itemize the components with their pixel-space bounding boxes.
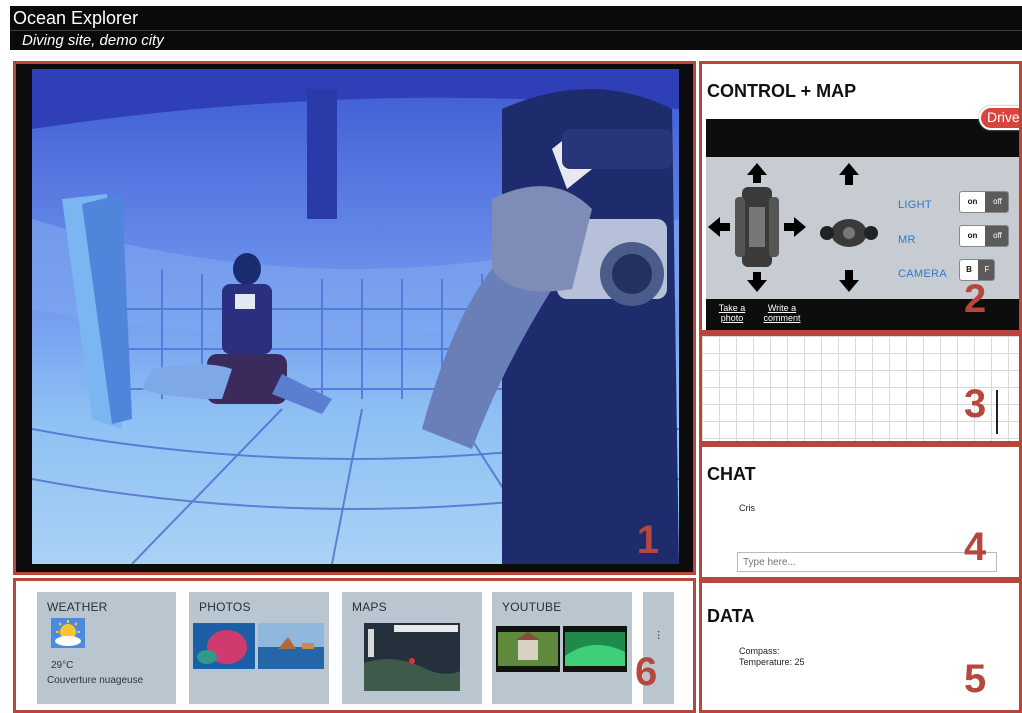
toggle-controls: LIGHT on off MR on off CAMERA B F bbox=[891, 157, 1019, 299]
move-down-arrow-icon[interactable] bbox=[747, 272, 767, 292]
weather-tile[interactable]: WEATHER 29°C Couverture nuageuse bbox=[37, 592, 176, 704]
light-on-option[interactable]: on bbox=[960, 192, 985, 212]
control-header-band bbox=[706, 119, 1019, 159]
compass-readout: Compass: bbox=[739, 646, 780, 656]
photo-thumbnail-coast[interactable] bbox=[258, 623, 324, 669]
move-right-arrow-icon[interactable] bbox=[784, 217, 806, 237]
weather-temperature: 29°C bbox=[51, 660, 74, 671]
panel-number-4: 4 bbox=[964, 525, 987, 569]
widgets-panel: WEATHER 29°C Couverture nuageuse PHOTOS bbox=[13, 578, 696, 713]
maps-title: MAPS bbox=[352, 600, 387, 614]
robot-top-view-icon bbox=[735, 187, 779, 267]
video-thumbnail-underwater[interactable] bbox=[563, 626, 627, 672]
data-panel: DATA Compass: Temperature: 25 5 bbox=[699, 580, 1022, 713]
move-up-arrow-icon[interactable] bbox=[747, 163, 767, 183]
move-left-arrow-icon[interactable] bbox=[708, 217, 730, 237]
light-toggle[interactable]: on off bbox=[959, 191, 1009, 213]
panel-number-6: 6 bbox=[635, 650, 658, 694]
app-title: Ocean Explorer bbox=[13, 8, 139, 28]
robot-side-view-icon bbox=[820, 219, 878, 247]
control-map-panel: CONTROL + MAP Driver LIGHT on off MR on … bbox=[699, 61, 1022, 333]
chat-input[interactable] bbox=[737, 552, 997, 572]
ascend-arrow-icon[interactable] bbox=[839, 163, 859, 185]
robot-control-pad bbox=[706, 157, 891, 299]
weather-condition: Couverture nuageuse bbox=[47, 675, 144, 686]
grid-panel[interactable]: 3 bbox=[699, 333, 1022, 444]
mr-on-option[interactable]: on bbox=[960, 226, 985, 246]
photos-tile[interactable]: PHOTOS bbox=[189, 592, 329, 704]
chat-panel: CHAT Cris 4 bbox=[699, 444, 1022, 580]
header-divider bbox=[10, 30, 1022, 31]
light-off-option[interactable]: off bbox=[985, 192, 1008, 212]
mr-label: MR bbox=[898, 234, 916, 246]
text-cursor bbox=[996, 390, 998, 434]
temperature-readout: Temperature: 25 bbox=[739, 657, 805, 667]
partly-cloudy-sun-icon bbox=[51, 618, 85, 648]
photo-thumbnail-coral[interactable] bbox=[193, 623, 255, 669]
map-thumbnail[interactable] bbox=[364, 623, 460, 691]
panel-number-5: 5 bbox=[964, 657, 987, 701]
write-comment-link[interactable]: Write a comment bbox=[758, 303, 806, 323]
mr-toggle[interactable]: on off bbox=[959, 225, 1009, 247]
underwater-video-feed[interactable] bbox=[32, 69, 679, 564]
light-label: LIGHT bbox=[898, 199, 932, 211]
weather-title: WEATHER bbox=[47, 600, 108, 614]
site-subtitle: Diving site, demo city bbox=[22, 32, 164, 49]
mr-off-option[interactable]: off bbox=[985, 226, 1008, 246]
panel-number-3: 3 bbox=[964, 382, 987, 426]
take-photo-link[interactable]: Take a photo bbox=[714, 303, 750, 323]
driver-button[interactable]: Driver bbox=[979, 106, 1019, 130]
panel-number-1: 1 bbox=[636, 518, 659, 562]
control-map-title: CONTROL + MAP bbox=[707, 81, 857, 101]
youtube-tile[interactable]: YOUTUBE bbox=[492, 592, 632, 704]
data-title: DATA bbox=[707, 606, 755, 626]
video-panel: 1 bbox=[13, 61, 696, 575]
photos-title: PHOTOS bbox=[199, 600, 251, 614]
camera-label: CAMERA bbox=[898, 268, 947, 280]
chat-title: CHAT bbox=[707, 464, 756, 484]
chat-username: Cris bbox=[739, 503, 755, 513]
youtube-title: YOUTUBE bbox=[502, 600, 562, 614]
descend-arrow-icon[interactable] bbox=[839, 270, 859, 292]
more-widgets-label: ... bbox=[655, 630, 669, 641]
video-thumbnail-house[interactable] bbox=[496, 626, 560, 672]
panel-number-2: 2 bbox=[964, 277, 987, 321]
maps-tile[interactable]: MAPS bbox=[342, 592, 482, 704]
app-header: Ocean Explorer Diving site, demo city bbox=[10, 6, 1022, 50]
